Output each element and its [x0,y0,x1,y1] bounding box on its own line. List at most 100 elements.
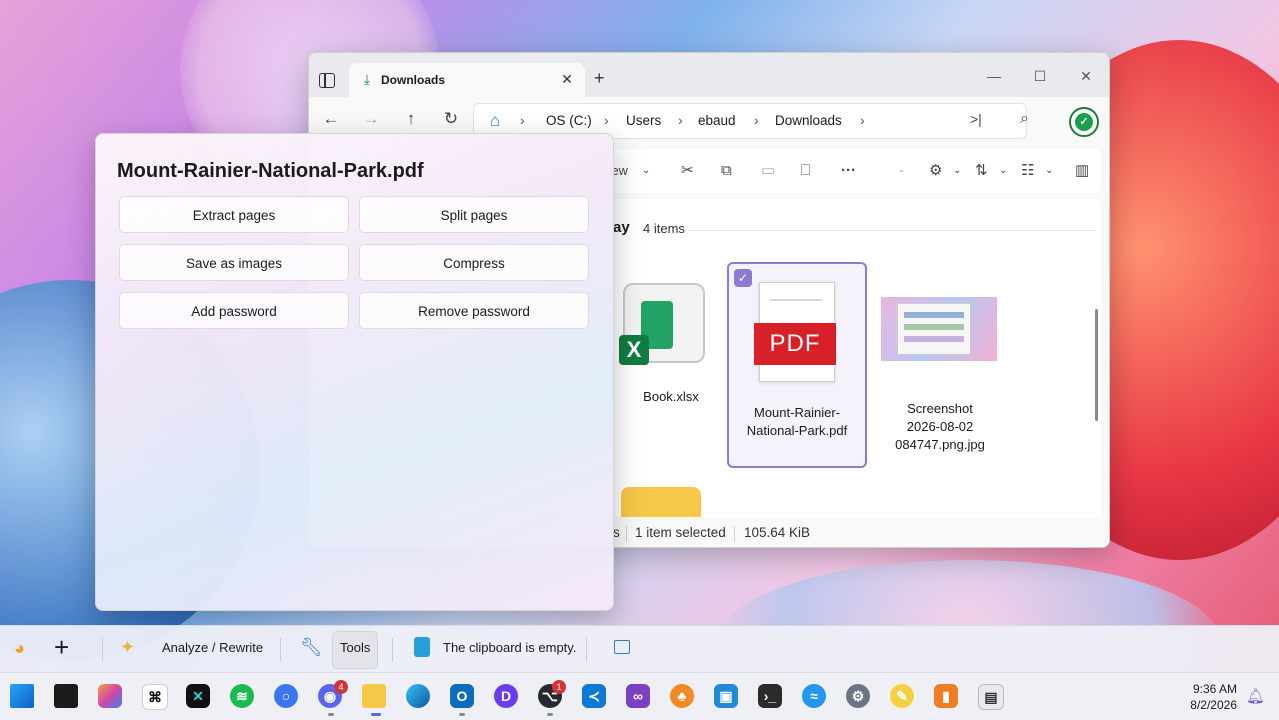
assistant-bar: ◕ + ✦ Analyze / Rewrite 🔧︎ Tools The cli… [0,625,1279,673]
pdf-tools-flyout: Mount-Rainier-National-Park.pdf Extract … [95,133,614,611]
file-name-line1: Mount-Rainier- [754,405,840,420]
signal-icon[interactable]: ○ [274,684,298,708]
analyze-rewrite-button[interactable]: Analyze / Rewrite [162,640,263,655]
selected-checkbox[interactable]: ✓ [734,269,752,287]
folder-icon[interactable] [621,487,701,517]
search-icon[interactable]: ⌕ [1020,110,1029,128]
calendar-icon[interactable] [614,640,630,654]
chevron-right-icon: › [860,112,865,128]
start-icon[interactable] [10,684,34,708]
paint-icon[interactable]: ✎ [890,684,914,708]
pdf-tools-icon[interactable]: ⚙ [929,161,942,181]
file-item-pdf[interactable]: ✓ PDF Mount-Rainier- National-Park.pdf [727,262,867,468]
pdf-file-icon: PDF [754,282,836,382]
add-icon[interactable]: + [54,634,69,660]
chevron-down-icon: ⌄ [642,165,651,176]
docker-icon[interactable]: ≈ [802,684,826,708]
add-password-button[interactable]: Add password [119,292,349,329]
file-name: Book.xlsx [643,389,699,404]
visual-studio-icon[interactable]: ∞ [626,684,650,708]
sort-icon[interactable]: ⇅ [975,161,988,181]
perplexity-icon[interactable]: D [494,684,518,708]
up-button[interactable]: ↑ [399,107,423,131]
tools-label: Tools [340,640,371,655]
system-clock[interactable]: 9:36 AM 8/2/2026 [1190,681,1237,713]
remove-password-button[interactable]: Remove password [359,292,589,329]
group-count: 4 items [643,221,685,236]
fl-studio-icon[interactable]: ♣ [670,684,694,708]
new-tab-button[interactable]: + [594,69,605,87]
file-item-book-xlsx[interactable]: X Book.xlsx [607,275,717,425]
tab-label: Downloads [381,73,446,87]
cursor-icon[interactable]: ✕ [186,684,210,708]
more-options-icon[interactable]: ··· [841,161,856,181]
compress-button[interactable]: Compress [359,244,589,281]
paste-icon[interactable]: ▭ [761,161,775,181]
notification-bell-icon[interactable]: 🔔︎ [1246,687,1265,705]
forward-button[interactable]: → [359,107,383,131]
status-selected: 1 item selected [635,525,726,540]
sparkle-icon: ✦ [120,637,136,657]
chevron-right-icon: › [520,112,525,128]
powertoys-icon[interactable]: ▤ [978,684,1004,710]
file-item-screenshot[interactable]: Screenshot 2026-08-02 084747.png.jpg [881,261,999,461]
group-title: ay [613,219,630,236]
close-window-button[interactable]: ✕ [1063,61,1109,91]
settings-icon[interactable]: ⚙ [846,684,870,708]
taskbar: ⌘ ✕ ≋ ○ ◉ 4 O D ⌥ 1 ≺ ∞ ♣ ▣ ›_ ≈ ⚙ ✎ ▮ ▤… [0,672,1279,720]
details-pane-icon[interactable]: ▥ [1075,161,1089,181]
chatgpt-icon[interactable]: ⌘ [142,684,168,710]
chevron-right-icon: › [754,112,759,128]
breadcrumb-os-c[interactable]: OS (C:) [546,113,592,128]
close-tab-icon[interactable]: ✕ [557,69,577,89]
copy-icon[interactable]: ⧉ [721,161,732,181]
split-pages-button[interactable]: Split pages [359,196,589,233]
excel-file-icon: X [619,283,705,365]
tab-downloads[interactable]: ⤓ Downloads ✕ [349,63,585,97]
expand-address-icon[interactable]: >| [970,111,982,127]
title-bar: ⤓ Downloads ✕ + — ☐ ✕ [309,53,1109,97]
clock-time: 9:36 AM [1192,682,1237,696]
file-explorer-icon[interactable] [362,684,386,708]
flyout-file-name: Mount-Rainier-National-Park.pdf [117,160,424,182]
refresh-button[interactable]: ↻ [439,107,463,131]
file-name-line2: National-Park.pdf [746,423,848,438]
clock-date: 8/2/2026 [1190,698,1237,712]
download-icon: ⤓ [363,71,371,87]
status-size: 105.64 KiB [744,525,811,540]
breadcrumb-downloads[interactable]: Downloads [775,113,842,128]
breadcrumb-ebaud[interactable]: ebaud [698,113,736,128]
back-button[interactable]: ← [319,107,343,131]
spotify-icon[interactable]: ≋ [230,684,254,708]
layout-icon[interactable]: ☷ [1021,161,1034,181]
home-icon[interactable]: ⌂ [490,111,510,131]
github-badge: 1 [552,680,566,694]
chevron-down-icon: ⌄ [999,165,1008,176]
office-icon[interactable]: ▮ [934,684,958,708]
extract-pages-button[interactable]: Extract pages [119,196,349,233]
tab-panel-icon[interactable] [319,73,335,88]
cut-icon[interactable]: ✂ [681,161,694,181]
save-as-images-button[interactable]: Save as images [119,244,349,281]
separator-dash: - [899,162,904,179]
pdf-badge: PDF [754,323,836,365]
rename-icon[interactable]: ⎕ [801,161,810,181]
maximize-button[interactable]: ☐ [1017,61,1063,91]
file-name-line2: 2026-08-02 [906,419,974,434]
vertical-scrollbar[interactable] [1095,309,1098,421]
status-items: s [613,525,620,540]
clipboard-icon [414,637,430,657]
edge-icon[interactable] [406,684,430,708]
vscode-icon[interactable]: ≺ [582,684,606,708]
outlook-icon[interactable]: O [450,684,474,708]
breadcrumb-users[interactable]: Users [626,113,661,128]
discord-badge: 4 [334,680,348,694]
app-logo-icon[interactable]: ◕ [14,638,25,659]
copilot-icon[interactable] [98,684,122,708]
file-name-line1: Screenshot [907,401,973,416]
remote-desktop-icon[interactable]: ▣ [714,684,738,708]
terminal-icon[interactable]: ›_ [758,684,782,708]
sync-status-icon[interactable]: ✓ [1069,107,1099,137]
task-view-icon[interactable] [54,684,78,708]
minimize-button[interactable]: — [971,61,1017,91]
